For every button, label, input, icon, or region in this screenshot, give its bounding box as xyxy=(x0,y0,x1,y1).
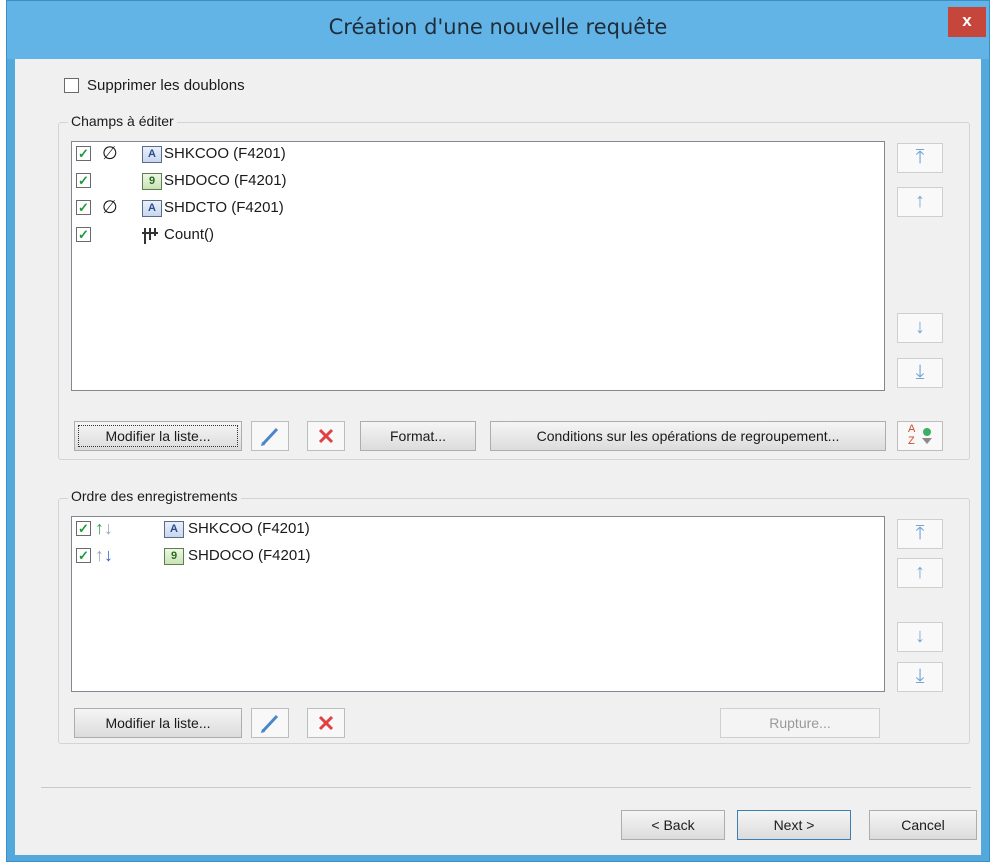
aggregate-icon xyxy=(142,228,158,244)
list-item[interactable]: ✓ ∅ A SHKCOO (F4201) xyxy=(72,142,884,166)
order-edit-button[interactable] xyxy=(251,708,289,738)
field-checkbox[interactable]: ✓ xyxy=(76,173,91,188)
field-checkbox[interactable]: ✓ xyxy=(76,227,91,242)
list-item[interactable]: ✓ 9 SHDOCO (F4201) xyxy=(72,169,884,193)
fields-edit-button[interactable] xyxy=(251,421,289,451)
fields-modify-list-button[interactable]: Modifier la liste... xyxy=(74,421,242,451)
fields-delete-button[interactable] xyxy=(307,421,345,451)
pencil-icon xyxy=(261,427,279,446)
pencil-icon xyxy=(261,714,279,733)
alpha-type-icon: A xyxy=(142,200,162,217)
move-down-button[interactable]: ↓ xyxy=(897,313,943,343)
order-group-title: Ordre des enregistrements xyxy=(68,488,241,504)
remove-duplicates-checkbox[interactable] xyxy=(64,78,79,93)
move-bottom-button[interactable]: ⤓ xyxy=(897,358,943,388)
order-move-top-button[interactable]: ⤒ xyxy=(897,519,943,549)
order-checkbox[interactable]: ✓ xyxy=(76,548,91,563)
field-label: SHDOCO (F4201) xyxy=(164,172,287,189)
field-label: SHDCTO (F4201) xyxy=(164,199,284,216)
alpha-type-icon: A xyxy=(142,146,162,163)
fields-list[interactable]: ✓ ∅ A SHKCOO (F4201) ✓ 9 SHDOCO (F4201) … xyxy=(71,141,885,391)
null-symbol: ∅ xyxy=(102,197,118,217)
list-item[interactable]: ✓ ↑↓ 9 SHDOCO (F4201) xyxy=(72,544,884,568)
order-modify-list-button[interactable]: Modifier la liste... xyxy=(74,708,242,738)
alpha-type-icon: A xyxy=(164,521,184,538)
dialog-window: Création d'une nouvelle requête x Suppri… xyxy=(6,0,990,862)
order-field-label: SHKCOO (F4201) xyxy=(188,520,310,537)
list-item[interactable]: ✓ Count() xyxy=(72,223,884,247)
fields-group-title: Champs à éditer xyxy=(68,113,177,129)
field-checkbox[interactable]: ✓ xyxy=(76,200,91,215)
close-button[interactable]: x xyxy=(948,7,986,37)
list-item[interactable]: ✓ ↑↓ A SHKCOO (F4201) xyxy=(72,517,884,541)
next-button[interactable]: Next > xyxy=(737,810,851,840)
order-move-down-button[interactable]: ↓ xyxy=(897,622,943,652)
format-button[interactable]: Format... xyxy=(360,421,476,451)
window-title: Création d'une nouvelle requête xyxy=(328,15,668,39)
field-label: SHKCOO (F4201) xyxy=(164,145,286,162)
field-checkbox[interactable]: ✓ xyxy=(76,146,91,161)
order-move-bottom-button[interactable]: ⤓ xyxy=(897,662,943,692)
order-move-up-button[interactable]: ↑ xyxy=(897,558,943,588)
sort-arrow-icon xyxy=(922,428,932,444)
remove-duplicates-label: Supprimer les doublons xyxy=(87,77,245,94)
order-checkbox[interactable]: ✓ xyxy=(76,521,91,536)
title-bar[interactable]: Création d'une nouvelle requête x xyxy=(7,1,989,59)
footer-separator xyxy=(41,787,971,788)
sort-direction-ascending-icon[interactable]: ↑↓ xyxy=(95,518,113,539)
move-up-button[interactable]: ↑ xyxy=(897,187,943,217)
list-item[interactable]: ✓ ∅ A SHDCTO (F4201) xyxy=(72,196,884,220)
numeric-type-icon: 9 xyxy=(164,548,184,565)
back-button[interactable]: < Back xyxy=(621,810,725,840)
numeric-type-icon: 9 xyxy=(142,173,162,190)
sort-direction-descending-icon[interactable]: ↑↓ xyxy=(95,545,113,566)
move-top-button[interactable]: ⤒ xyxy=(897,143,943,173)
dialog-client-area: Supprimer les doublons Champs à éditer ✓… xyxy=(15,59,981,855)
field-label: Count() xyxy=(164,226,215,243)
order-field-label: SHDOCO (F4201) xyxy=(188,547,311,564)
break-button[interactable]: Rupture... xyxy=(720,708,880,738)
null-symbol: ∅ xyxy=(102,143,118,163)
order-list[interactable]: ✓ ↑↓ A SHKCOO (F4201) ✓ ↑↓ 9 SHDOCO (F42… xyxy=(71,516,885,692)
order-delete-button[interactable] xyxy=(307,708,345,738)
sort-az-icon: A Z xyxy=(908,423,916,447)
delete-x-icon xyxy=(318,715,334,731)
cancel-button[interactable]: Cancel xyxy=(869,810,977,840)
group-conditions-button[interactable]: Conditions sur les opérations de regroup… xyxy=(490,421,886,451)
sort-az-button[interactable]: A Z xyxy=(897,421,943,451)
delete-x-icon xyxy=(318,428,334,444)
